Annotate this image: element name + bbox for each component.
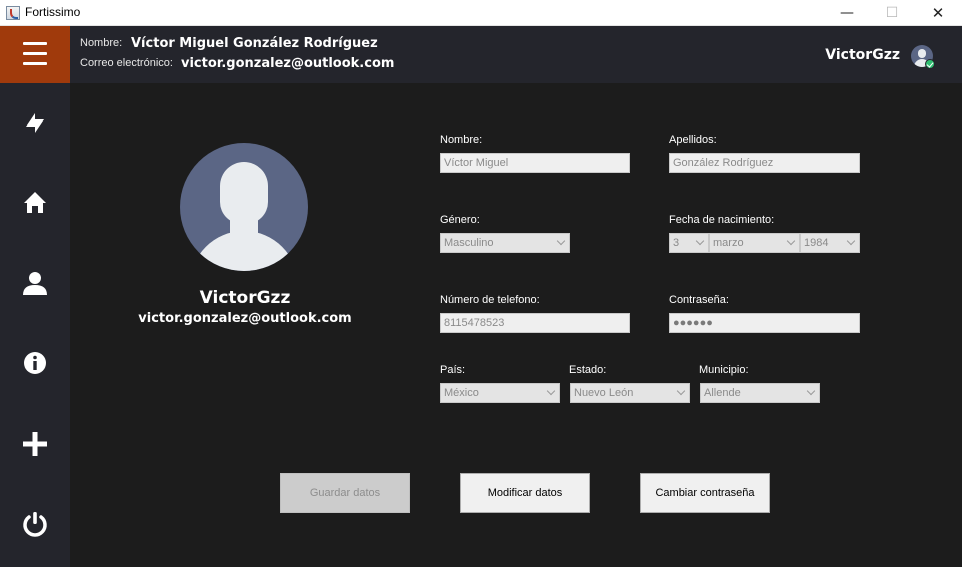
profile-email: victor.gonzalez@outlook.com bbox=[138, 311, 352, 326]
minimize-button[interactable]: — bbox=[824, 0, 870, 26]
profile-username: VictorGzz bbox=[199, 288, 291, 308]
plus-icon[interactable] bbox=[15, 424, 55, 464]
fecha-anio-select[interactable]: 1984 bbox=[800, 233, 860, 253]
user-icon-graphic bbox=[23, 272, 47, 295]
hamburger-menu-button[interactable] bbox=[0, 26, 70, 83]
hamburger-icon bbox=[23, 42, 47, 45]
contrasena-field[interactable]: ●●●●●● bbox=[669, 313, 860, 333]
plus-icon-graphic bbox=[23, 432, 47, 456]
chevron-down-icon bbox=[695, 236, 705, 246]
profile-panel: VictorGzz victor.gonzalez@outlook.com No… bbox=[70, 83, 962, 567]
municipio-label: Municipio: bbox=[699, 364, 749, 376]
window-title: Fortissimo bbox=[25, 5, 81, 19]
fecha-dia-value: 3 bbox=[673, 237, 680, 249]
java-app-icon bbox=[6, 6, 20, 20]
estado-select-value: Nuevo León bbox=[574, 387, 634, 399]
home-icon-graphic bbox=[24, 192, 46, 213]
chevron-down-icon bbox=[806, 386, 816, 396]
pais-select[interactable]: México bbox=[440, 383, 560, 403]
fecha-dia-select[interactable]: 3 bbox=[669, 233, 709, 253]
header-username[interactable]: VictorGzz bbox=[825, 47, 900, 63]
online-status-check-icon bbox=[925, 59, 935, 69]
chevron-down-icon bbox=[786, 236, 796, 246]
fecha-mes-value: marzo bbox=[713, 237, 744, 249]
home-icon[interactable] bbox=[15, 183, 55, 223]
municipio-select[interactable]: Allende bbox=[700, 383, 820, 403]
genero-select-value: Masculino bbox=[444, 237, 494, 249]
header-name-value: Víctor Miguel González Rodríguez bbox=[131, 36, 378, 51]
chevron-down-icon bbox=[546, 386, 556, 396]
close-button[interactable]: ✕ bbox=[915, 0, 961, 26]
municipio-select-value: Allende bbox=[704, 387, 741, 399]
cambiar-contrasena-button[interactable]: Cambiar contraseña bbox=[640, 473, 770, 513]
user-icon[interactable] bbox=[15, 263, 55, 303]
info-icon[interactable] bbox=[15, 343, 55, 383]
nombre-field[interactable]: Víctor Miguel bbox=[440, 153, 630, 173]
nombre-label: Nombre: bbox=[440, 134, 483, 146]
telefono-field[interactable]: 8115478523 bbox=[440, 313, 630, 333]
fecha-label: Fecha de nacimiento: bbox=[669, 214, 775, 226]
header-email-value: victor.gonzalez@outlook.com bbox=[181, 56, 395, 71]
chevron-down-icon bbox=[846, 236, 856, 246]
window-titlebar: Fortissimo — ☐ ✕ bbox=[0, 0, 962, 26]
info-icon-graphic bbox=[24, 352, 46, 374]
sidebar bbox=[0, 83, 70, 567]
power-icon-graphic bbox=[23, 512, 47, 537]
estado-label: Estado: bbox=[569, 364, 607, 376]
hamburger-icon-bar bbox=[23, 62, 47, 65]
telefono-label: Número de telefono: bbox=[440, 294, 540, 306]
chevron-down-icon bbox=[556, 236, 566, 246]
power-icon[interactable] bbox=[15, 504, 55, 544]
maximize-button[interactable]: ☐ bbox=[869, 0, 915, 26]
avatar-head bbox=[918, 49, 926, 58]
pais-select-value: México bbox=[444, 387, 479, 399]
sync-icon-graphic bbox=[26, 113, 44, 133]
apellidos-label: Apellidos: bbox=[669, 134, 717, 146]
genero-select[interactable]: Masculino bbox=[440, 233, 570, 253]
fecha-anio-value: 1984 bbox=[804, 237, 829, 249]
app-header: Nombre: Víctor Miguel González Rodríguez… bbox=[0, 26, 962, 83]
hamburger-icon-bar bbox=[23, 52, 47, 55]
header-email-label: Correo electrónico: bbox=[80, 57, 173, 69]
sync-icon[interactable] bbox=[15, 103, 55, 143]
avatar-head bbox=[220, 162, 268, 224]
fecha-mes-select[interactable]: marzo bbox=[709, 233, 800, 253]
genero-label: Género: bbox=[440, 214, 480, 226]
chevron-down-icon bbox=[676, 386, 686, 396]
header-name-label: Nombre: bbox=[80, 37, 123, 49]
estado-select[interactable]: Nuevo León bbox=[570, 383, 690, 403]
avatar-torso bbox=[190, 231, 298, 271]
modificar-datos-button[interactable]: Modificar datos bbox=[460, 473, 590, 513]
contrasena-label: Contraseña: bbox=[669, 294, 729, 306]
guardar-datos-button[interactable]: Guardar datos bbox=[280, 473, 410, 513]
profile-avatar bbox=[180, 143, 308, 271]
apellidos-field[interactable]: González Rodríguez bbox=[669, 153, 860, 173]
pais-label: País: bbox=[440, 364, 466, 376]
